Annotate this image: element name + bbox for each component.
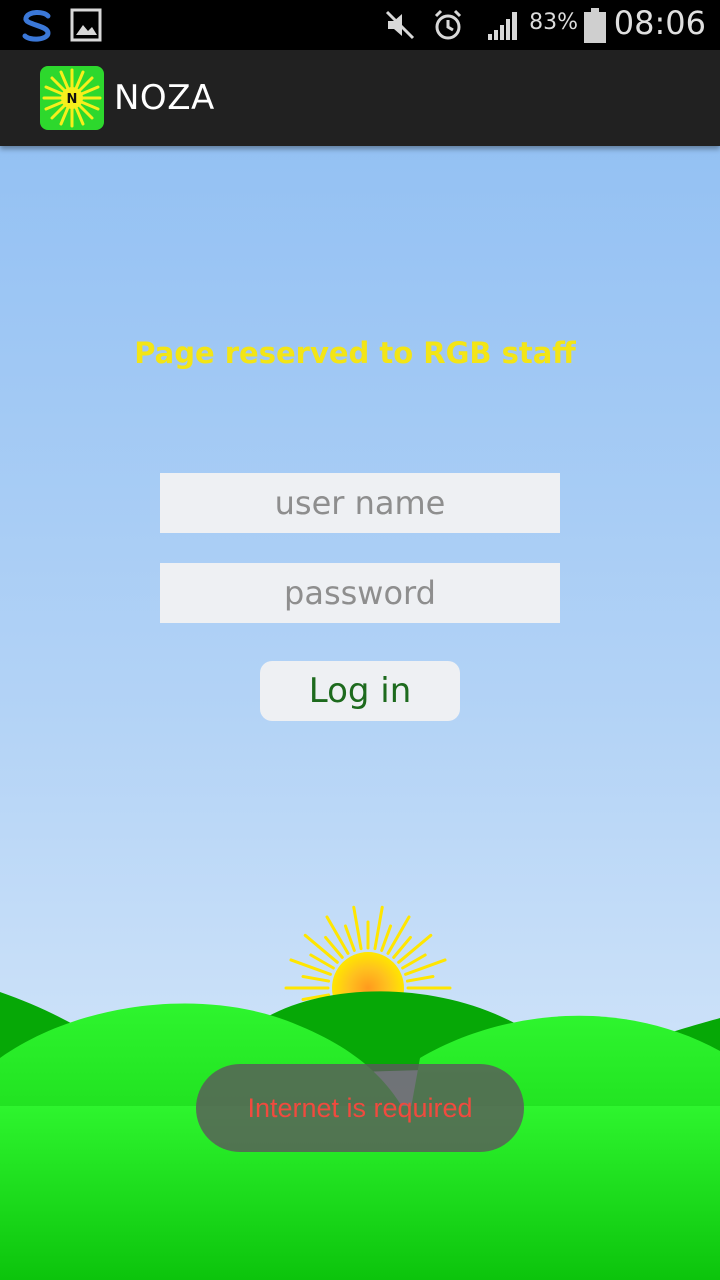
login-content: Page reserved to RGB staff Log in Intern… [0, 146, 720, 1280]
toast-message: Internet is required [196, 1064, 524, 1152]
password-input[interactable] [160, 563, 560, 623]
sync-app-icon [18, 8, 56, 48]
battery-icon [583, 8, 607, 48]
username-input[interactable] [160, 473, 560, 533]
alarm-icon [432, 8, 464, 46]
screen: 83% 08:06 N NOZA Page reserved to RGB st… [0, 0, 720, 1280]
signal-icon [486, 8, 522, 46]
app-title: NOZA [114, 78, 215, 118]
battery-percent: 83% [529, 10, 578, 35]
mute-icon [384, 8, 416, 46]
gallery-icon [70, 8, 102, 46]
app-logo-icon: N [40, 66, 104, 130]
status-bar: 83% 08:06 [0, 0, 720, 50]
action-bar: N NOZA [0, 50, 720, 146]
clock: 08:06 [613, 4, 706, 42]
restricted-notice: Page reserved to RGB staff [134, 336, 576, 370]
login-button[interactable]: Log in [260, 661, 460, 721]
app-logo-letter: N [67, 92, 78, 107]
